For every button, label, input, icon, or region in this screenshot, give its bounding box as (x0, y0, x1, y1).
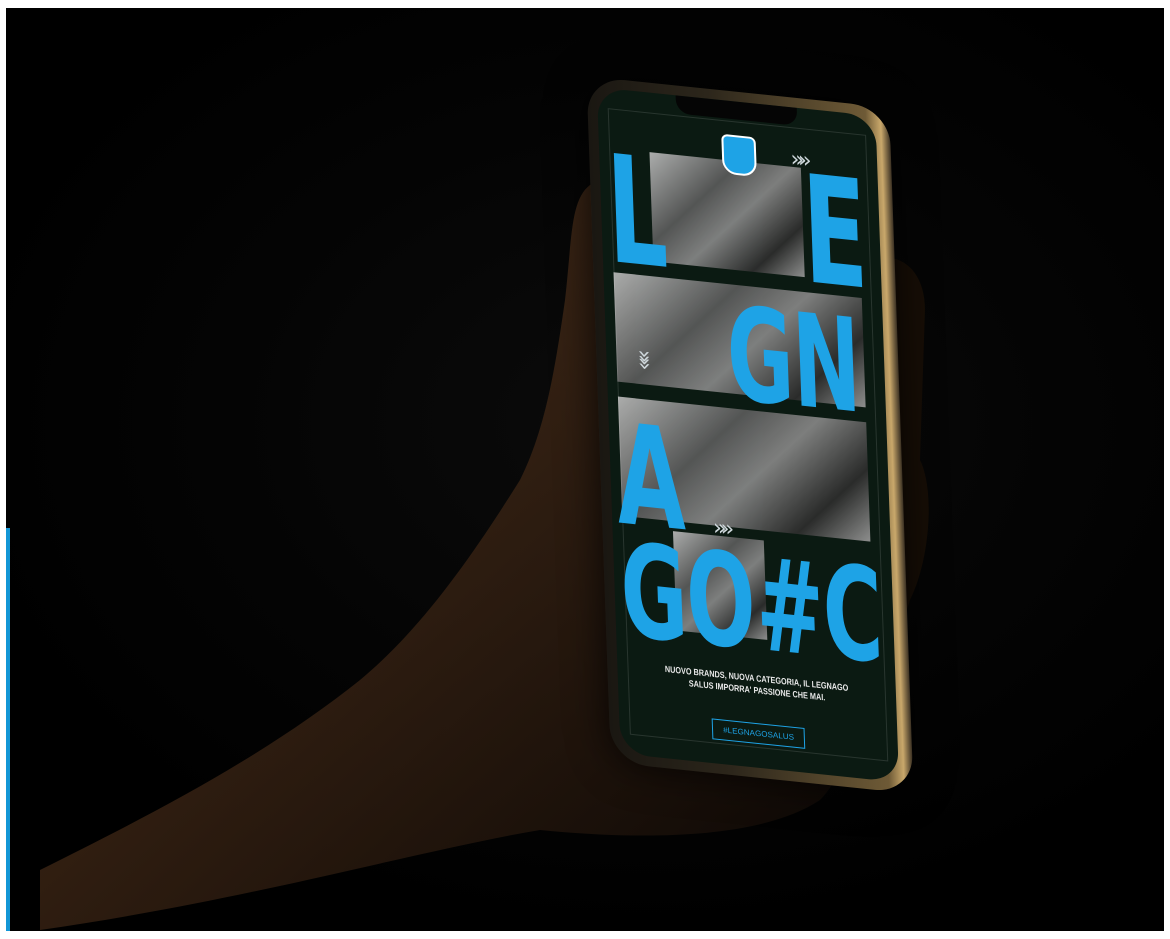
double-chevron-icon: »» (712, 515, 729, 542)
double-chevron-icon: »» (631, 348, 658, 366)
frame-border-top (0, 0, 1170, 8)
smartphone: L E GN A GO #C »» »» »» NUOVO BRANDS, NU… (586, 76, 914, 794)
stage: L E GN A GO #C »» »» »» NUOVO BRANDS, NU… (0, 0, 1170, 939)
double-chevron-icon: »» (790, 146, 807, 174)
frame-border-left (0, 0, 6, 939)
letter-l: L (604, 123, 669, 303)
club-crest-icon (721, 133, 757, 178)
hand-silhouette (40, 182, 929, 931)
frame-border-bottom (0, 931, 1170, 939)
letter-go: GO (618, 514, 757, 680)
letter-gn: GN (724, 277, 863, 443)
frame-border-right (1164, 0, 1170, 939)
phone-screen: L E GN A GO #C »» »» »» NUOVO BRANDS, NU… (596, 87, 900, 783)
letter-hash-c: #C (753, 528, 885, 693)
